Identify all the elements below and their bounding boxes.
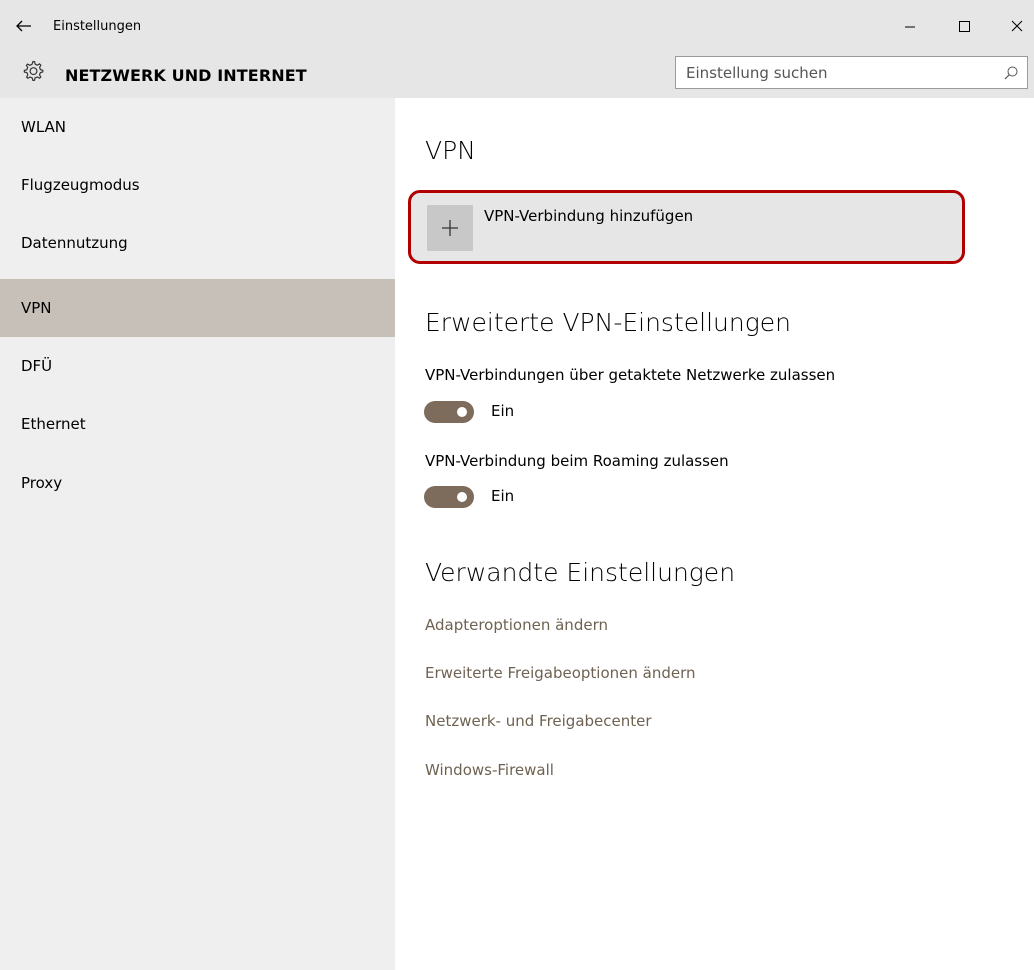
toggle-state-label: Ein — [491, 402, 515, 420]
title-bar — [0, 0, 1034, 52]
toggle-state-label: Ein — [491, 487, 515, 505]
metered-networks-toggle[interactable] — [424, 401, 474, 423]
sidebar-item-label: VPN — [21, 299, 52, 317]
back-button[interactable] — [14, 16, 34, 36]
sidebar-item-label: DFÜ — [21, 357, 53, 375]
advanced-sharing-link[interactable]: Erweiterte Freigabeoptionen ändern — [425, 664, 696, 682]
sidebar-item-label: WLAN — [21, 118, 67, 136]
roaming-label: VPN-Verbindung beim Roaming zulassen — [425, 452, 729, 470]
sidebar-item-label: Proxy — [21, 474, 63, 492]
adapter-options-link[interactable]: Adapteroptionen ändern — [425, 616, 608, 634]
sidebar-item-vpn[interactable]: VPN — [0, 279, 395, 337]
sidebar-item-label: Ethernet — [21, 415, 86, 433]
gear-icon — [21, 59, 45, 83]
sidebar-item-wlan[interactable]: WLAN — [0, 98, 395, 156]
close-button[interactable] — [1003, 12, 1031, 40]
sidebar-item-label: Flugzeugmodus — [21, 176, 140, 194]
sidebar-item-proxy[interactable]: Proxy — [0, 454, 395, 512]
toggle-knob — [457, 492, 467, 502]
search-box[interactable] — [675, 56, 1028, 89]
sidebar-item-ethernet[interactable]: Ethernet — [0, 395, 395, 453]
sidebar-item-dfue[interactable]: DFÜ — [0, 337, 395, 395]
metered-networks-label: VPN-Verbindungen über getaktete Netzwerk… — [425, 366, 836, 384]
close-icon — [1011, 20, 1023, 32]
add-vpn-connection-label: VPN-Verbindung hinzufügen — [484, 207, 694, 225]
sidebar-item-datennutzung[interactable]: Datennutzung — [0, 214, 395, 272]
windows-firewall-link[interactable]: Windows-Firewall — [425, 761, 554, 779]
maximize-icon — [959, 21, 970, 32]
add-vpn-connection-button[interactable]: VPN-Verbindung hinzufügen — [408, 190, 965, 264]
maximize-button[interactable] — [950, 12, 978, 40]
network-sharing-center-link[interactable]: Netzwerk- und Freigabecenter — [425, 712, 652, 730]
toggle-knob — [457, 407, 467, 417]
search-input[interactable] — [676, 57, 996, 88]
main-content: VPN VPN-Verbindung hinzufügen Erweiterte… — [395, 98, 1034, 970]
search-icon[interactable] — [1003, 65, 1019, 81]
window-title: Einstellungen — [53, 19, 142, 34]
plus-icon — [427, 205, 473, 251]
roaming-toggle[interactable] — [424, 486, 474, 508]
vpn-heading: VPN — [425, 136, 476, 165]
minimize-button[interactable] — [896, 12, 924, 40]
sidebar-item-flugzeugmodus[interactable]: Flugzeugmodus — [0, 156, 395, 214]
advanced-vpn-settings-heading: Erweiterte VPN-Einstellungen — [425, 308, 791, 337]
sidebar: WLAN Flugzeugmodus Datennutzung VPN DFÜ … — [0, 98, 395, 970]
related-settings-heading: Verwandte Einstellungen — [425, 558, 736, 587]
back-arrow-icon — [16, 20, 31, 32]
minimize-icon — [905, 26, 915, 28]
page-title: NETZWERK UND INTERNET — [65, 66, 307, 85]
sidebar-item-label: Datennutzung — [21, 234, 128, 252]
